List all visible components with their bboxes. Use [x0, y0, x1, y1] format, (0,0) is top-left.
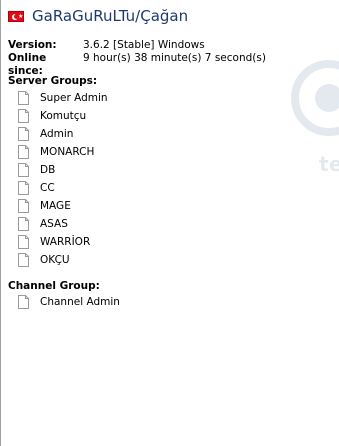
document-icon — [18, 295, 29, 309]
document-icon — [18, 109, 29, 123]
group-item-label: Super Admin — [40, 92, 108, 104]
document-icon — [18, 163, 29, 177]
teamspeak-watermark-logo: team — [289, 48, 339, 198]
client-nickname[interactable]: GaRaGuRuLTu/Çağan — [32, 7, 188, 25]
document-icon — [18, 181, 29, 195]
document-icon — [18, 127, 29, 141]
group-item: OKÇU — [18, 251, 108, 269]
panel-left-border — [0, 0, 1, 446]
group-item-label: OKÇU — [40, 254, 70, 266]
group-item-label: ASAS — [40, 218, 68, 230]
group-item-label: WARRİOR — [40, 236, 91, 248]
group-item: MAGE — [18, 197, 108, 215]
group-item-label: MAGE — [40, 200, 71, 212]
server-groups-list: Super Admin Komutçu Admin MONARCH DB CC MAGE AS… — [18, 89, 108, 269]
online-since-label: Online since: — [8, 52, 47, 77]
group-item: MONARCH — [18, 143, 108, 161]
version-value: 3.6.2 [Stable] Windows — [83, 39, 205, 51]
online-since-row: Online since: 9 hour(s) 38 minute(s) 7 s… — [8, 52, 266, 77]
group-item: DB — [18, 161, 108, 179]
document-icon — [18, 91, 29, 105]
watermark-text: team — [319, 152, 339, 176]
turkey-flag-icon: ★ — [8, 10, 24, 22]
server-groups-label: Server Groups: — [8, 75, 98, 87]
document-icon — [18, 253, 29, 267]
group-item: Komutçu — [18, 107, 108, 125]
group-item: WARRİOR — [18, 233, 108, 251]
group-item: Admin — [18, 125, 108, 143]
group-item-label: DB — [40, 164, 56, 176]
channel-group-list: Channel Admin — [18, 293, 120, 311]
document-icon — [18, 217, 29, 231]
version-label: Version: — [8, 39, 57, 51]
version-row: Version: 3.6.2 [Stable] Windows — [8, 39, 266, 52]
group-item-label: CC — [40, 182, 55, 194]
online-since-value: 9 hour(s) 38 minute(s) 7 second(s) — [83, 52, 266, 64]
channel-group-label: Channel Group: — [8, 280, 100, 292]
client-header: ★ GaRaGuRuLTu/Çağan — [8, 6, 188, 26]
document-icon — [18, 235, 29, 249]
group-item-label: Admin — [40, 128, 74, 140]
document-icon — [18, 199, 29, 213]
group-item: CC — [18, 179, 108, 197]
group-item: Channel Admin — [18, 293, 120, 311]
group-item: ASAS — [18, 215, 108, 233]
document-icon — [18, 145, 29, 159]
group-item-label: Komutçu — [40, 110, 87, 122]
group-item: Super Admin — [18, 89, 108, 107]
group-item-label: MONARCH — [40, 146, 95, 158]
group-item-label: Channel Admin — [40, 296, 120, 308]
server-info: Version: 3.6.2 [Stable] Windows Online s… — [8, 39, 266, 77]
